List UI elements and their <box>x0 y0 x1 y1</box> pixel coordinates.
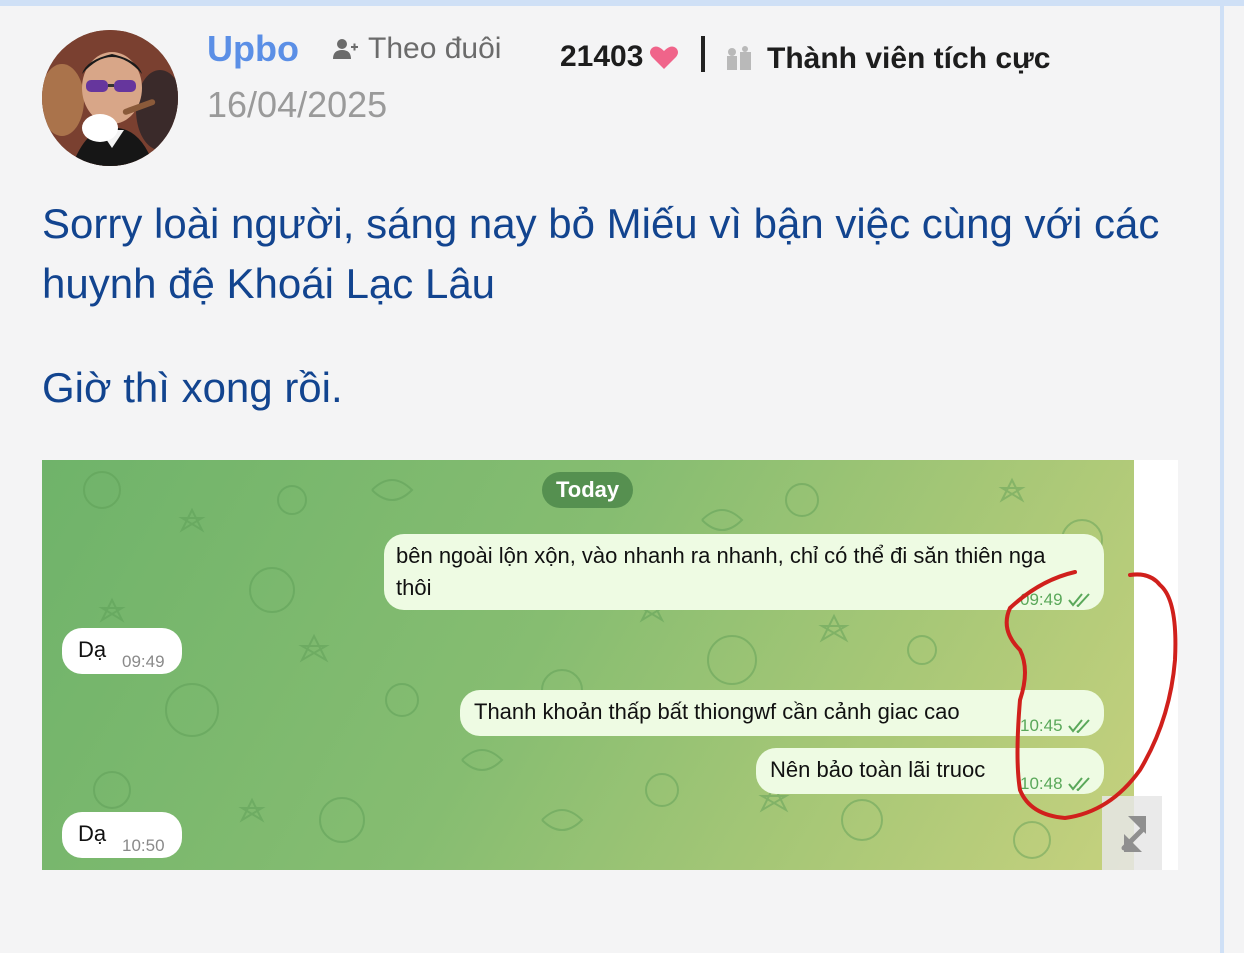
post-body: Sorry loài người, sáng nay bỏ Miếu vì bậ… <box>42 194 1202 418</box>
message-time-label: 10:45 <box>1020 716 1063 735</box>
heart-icon[interactable] <box>649 44 679 70</box>
chat-message-incoming: Dạ 09:49 <box>62 628 182 674</box>
post-paragraph: Sorry loài người, sáng nay bỏ Miếu vì bậ… <box>42 200 1160 307</box>
double-check-icon <box>1067 719 1090 733</box>
post-date: 16/04/2025 <box>207 84 388 125</box>
double-check-icon <box>1067 593 1090 607</box>
message-time: 09:49 <box>122 646 165 678</box>
chat-screenshot[interactable]: Today bên ngoài lộn xộn, vào nhanh ra nh… <box>42 460 1134 870</box>
members-icon <box>727 46 751 70</box>
likes-count-group: 21403 <box>560 40 679 74</box>
message-time-label: 09:49 <box>1020 590 1063 609</box>
chat-message-outgoing: Nên bảo toàn lãi truoc 10:48 <box>756 748 1104 794</box>
member-rank-label: Thành viên tích cực <box>767 42 1051 75</box>
chat-message-incoming: Dạ 10:50 <box>62 812 182 858</box>
post-paragraph: Giờ thì xong rồi. <box>42 364 343 411</box>
message-text: Dạ <box>78 821 107 846</box>
chat-message-outgoing: Thanh khoản thấp bất thiongwf cần cảnh g… <box>460 690 1104 736</box>
expand-icon <box>1121 816 1146 852</box>
chat-wallpaper-pattern <box>83 471 1103 859</box>
likes-count: 21403 <box>560 40 644 73</box>
message-time: 10:45 <box>1020 710 1093 742</box>
message-time: 10:48 <box>1020 768 1093 800</box>
follow-button[interactable]: Theo đuôi <box>332 32 501 66</box>
message-text: Thanh khoản thấp bất thiongwf cần cảnh g… <box>474 699 960 724</box>
avatar-portrait-icon <box>42 30 178 166</box>
double-check-icon <box>1067 777 1090 791</box>
message-time-label: 09:49 <box>122 652 165 671</box>
frame-right-border <box>1220 6 1224 953</box>
expand-image-button[interactable] <box>1102 796 1162 870</box>
person-plus-icon <box>333 39 358 59</box>
frame-top-border <box>0 0 1244 6</box>
avatar[interactable] <box>42 30 178 166</box>
follow-label: Theo đuôi <box>368 32 502 65</box>
author-name[interactable]: Upbo <box>207 28 299 70</box>
message-time-label: 10:48 <box>1020 774 1063 793</box>
date-separator: Today <box>542 472 634 508</box>
message-time-label: 10:50 <box>122 836 165 855</box>
message-text: Nên bảo toàn lãi truoc <box>770 757 986 782</box>
header-divider <box>701 36 705 72</box>
message-text: Dạ <box>78 637 107 662</box>
member-rank: Thành viên tích cực <box>725 42 1050 76</box>
chat-message-outgoing: bên ngoài lộn xộn, vào nhanh ra nhanh, c… <box>384 534 1104 610</box>
message-time: 10:50 <box>122 830 165 862</box>
message-time: 09:49 <box>1020 584 1093 616</box>
message-text: bên ngoài lộn xộn, vào nhanh ra nhanh, c… <box>396 543 1046 600</box>
